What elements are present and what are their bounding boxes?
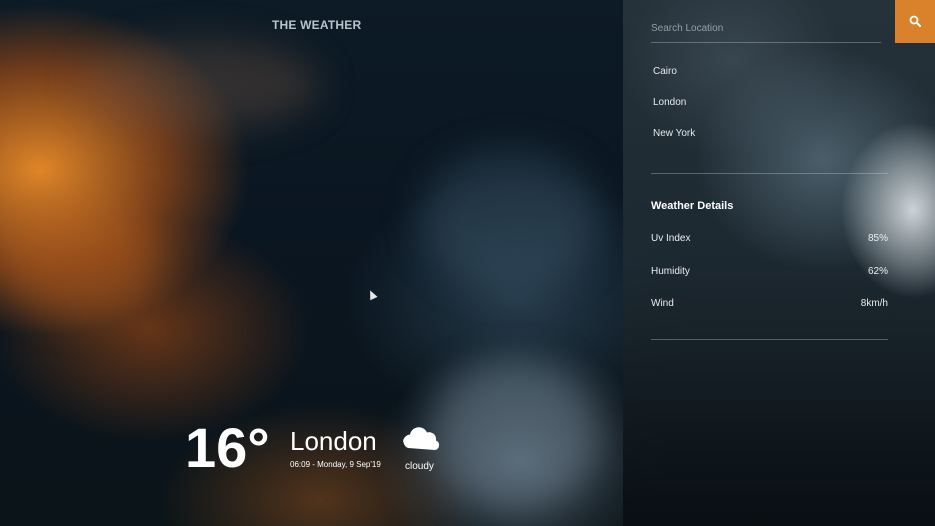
detail-value: 62% (867, 266, 888, 277)
background-cloud (80, 40, 320, 130)
brand-title[interactable]: THE WEATHER (272, 18, 361, 32)
condition-label: cloudy (405, 461, 434, 472)
city-item-london[interactable]: London (653, 93, 695, 124)
current-city-name: London (290, 426, 377, 456)
background-cloud (420, 150, 600, 290)
detail-label: Humidity (651, 266, 690, 277)
sidebar-panel: Cairo London New York Weather Details Uv… (623, 0, 935, 526)
divider (651, 339, 888, 340)
search-icon (909, 15, 921, 27)
temperature-value: 16° (185, 416, 270, 479)
recent-cities-list: Cairo London New York (653, 62, 695, 155)
detail-row-uv-index: Uv Index 85% (651, 233, 888, 247)
detail-row-humidity: Humidity 62% (651, 266, 888, 280)
background-cloud (0, 200, 160, 320)
current-datetime: 06:09 - Monday, 9 Sep'19 (290, 460, 381, 469)
detail-label: Wind (651, 298, 674, 309)
detail-value: 85% (867, 233, 888, 244)
mouse-cursor-icon (366, 288, 378, 301)
detail-value: 8km/h (860, 298, 888, 309)
weather-details-title: Weather Details (651, 200, 734, 212)
city-item-new-york[interactable]: New York (653, 124, 695, 155)
cloud-icon (400, 424, 442, 456)
search-button[interactable] (895, 0, 935, 43)
search-location-input[interactable] (651, 14, 881, 43)
divider (651, 173, 888, 174)
detail-label: Uv Index (651, 233, 691, 244)
detail-row-wind: Wind 8km/h (651, 298, 888, 312)
background-cloud (430, 360, 600, 510)
weather-app: THE WEATHER 16° London 06:09 - Monday, 9… (0, 0, 935, 526)
city-item-cairo[interactable]: Cairo (653, 62, 695, 93)
